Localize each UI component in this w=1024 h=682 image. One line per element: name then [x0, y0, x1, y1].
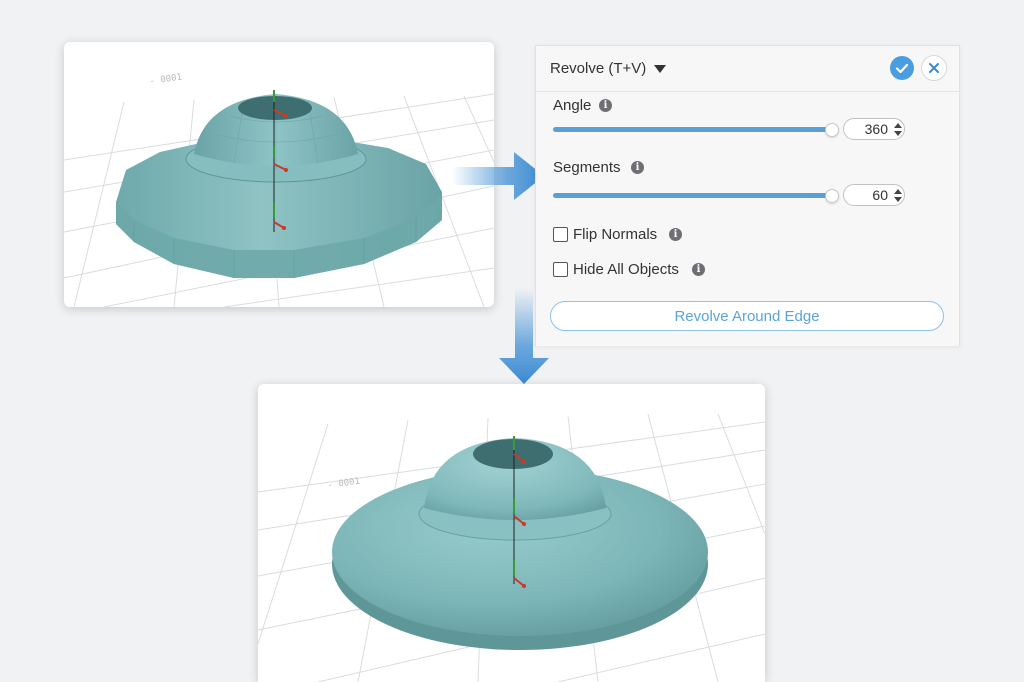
- angle-increment-icon[interactable]: [894, 123, 902, 128]
- revolve-panel: Revolve (T+V) Angle i Segments i Flip No…: [535, 45, 960, 346]
- hide-all-objects-label[interactable]: Hide All Objects: [573, 261, 679, 278]
- saucer-lowpoly-render: - 0001: [64, 73, 494, 307]
- dropdown-caret-icon[interactable]: [654, 65, 666, 73]
- segments-info-icon[interactable]: i: [631, 161, 644, 174]
- angle-slider-track[interactable]: [553, 127, 833, 132]
- hide-all-objects-checkbox[interactable]: [553, 262, 568, 277]
- hide-all-objects-info-icon[interactable]: i: [692, 263, 705, 276]
- angle-label: Angle: [553, 97, 592, 114]
- saucer-smooth-render: - 0001: [258, 413, 765, 682]
- segments-decrement-icon[interactable]: [894, 197, 902, 202]
- panel-header: Revolve (T+V): [536, 46, 959, 92]
- flip-normals-info-icon[interactable]: i: [669, 228, 682, 241]
- panel-title: Revolve (T+V): [550, 60, 647, 77]
- segments-increment-icon[interactable]: [894, 189, 902, 194]
- arrow-right-icon: [452, 152, 544, 200]
- segments-slider-thumb[interactable]: [825, 189, 839, 203]
- angle-decrement-icon[interactable]: [894, 131, 902, 136]
- segments-slider-track[interactable]: [553, 193, 833, 198]
- svg-text:- 0001: - 0001: [149, 73, 183, 87]
- flip-normals-label[interactable]: Flip Normals: [573, 226, 657, 243]
- close-icon: [929, 63, 939, 73]
- flip-normals-checkbox[interactable]: [553, 227, 568, 242]
- angle-input[interactable]: [850, 121, 888, 137]
- checkmark-icon: [895, 63, 909, 74]
- angle-info-icon[interactable]: i: [599, 99, 612, 112]
- confirm-button[interactable]: [890, 56, 914, 80]
- angle-stepper[interactable]: [843, 118, 905, 140]
- revolve-around-edge-button[interactable]: Revolve Around Edge: [550, 301, 944, 331]
- svg-text:- 0001: - 0001: [327, 477, 361, 491]
- viewport-after[interactable]: - 0001: [258, 384, 765, 682]
- segments-label: Segments: [553, 159, 621, 176]
- segments-stepper[interactable]: [843, 184, 905, 206]
- cancel-button[interactable]: [921, 55, 947, 81]
- segments-input[interactable]: [850, 187, 888, 203]
- angle-slider-thumb[interactable]: [825, 123, 839, 137]
- viewport-before[interactable]: - 0001: [64, 42, 494, 307]
